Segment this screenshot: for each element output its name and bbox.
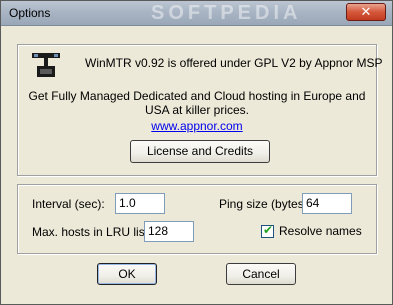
- options-window: Options SOFTPEDIA ✕ WinMTR v0.92 is offe…: [0, 0, 393, 305]
- window-title: Options: [9, 6, 51, 20]
- max-hosts-value: 128: [148, 224, 169, 238]
- interval-value: 1.0: [119, 196, 136, 210]
- ok-button[interactable]: OK: [97, 263, 157, 285]
- ping-size-value: 64: [306, 196, 320, 210]
- title-bar[interactable]: Options SOFTPEDIA ✕: [1, 1, 392, 26]
- ping-size-input[interactable]: 64: [302, 193, 352, 214]
- cancel-label: Cancel: [242, 267, 280, 281]
- interval-input[interactable]: 1.0: [115, 193, 165, 214]
- hosting-text-line2: USA at killer prices.: [144, 103, 250, 117]
- max-hosts-input[interactable]: 128: [144, 221, 194, 242]
- appnor-link[interactable]: www.appnor.com: [21, 119, 373, 133]
- offer-text: WinMTR v0.92 is offered under GPL V2 by …: [85, 56, 383, 70]
- resolve-names-checkbox[interactable]: ✔: [261, 223, 274, 238]
- hosting-text-line1: Get Fully Managed Dedicated and Cloud ho…: [28, 89, 366, 103]
- winmtr-network-logo-icon: [32, 53, 60, 77]
- close-icon: ✕: [360, 4, 372, 19]
- ping-size-label: Ping size (bytes):: [219, 197, 312, 211]
- interval-label: Interval (sec):: [32, 197, 105, 211]
- cancel-button[interactable]: Cancel: [226, 263, 296, 285]
- max-hosts-label: Max. hosts in LRU list:: [32, 225, 152, 239]
- watermark: SOFTPEDIA: [151, 2, 302, 24]
- resolve-names-label[interactable]: Resolve names: [279, 224, 362, 238]
- license-credits-label: License and Credits: [146, 144, 254, 158]
- ok-label: OK: [118, 267, 136, 281]
- close-button[interactable]: ✕: [346, 3, 386, 21]
- license-credits-button[interactable]: License and Credits: [130, 140, 270, 163]
- checkmark-icon: ✔: [263, 223, 274, 237]
